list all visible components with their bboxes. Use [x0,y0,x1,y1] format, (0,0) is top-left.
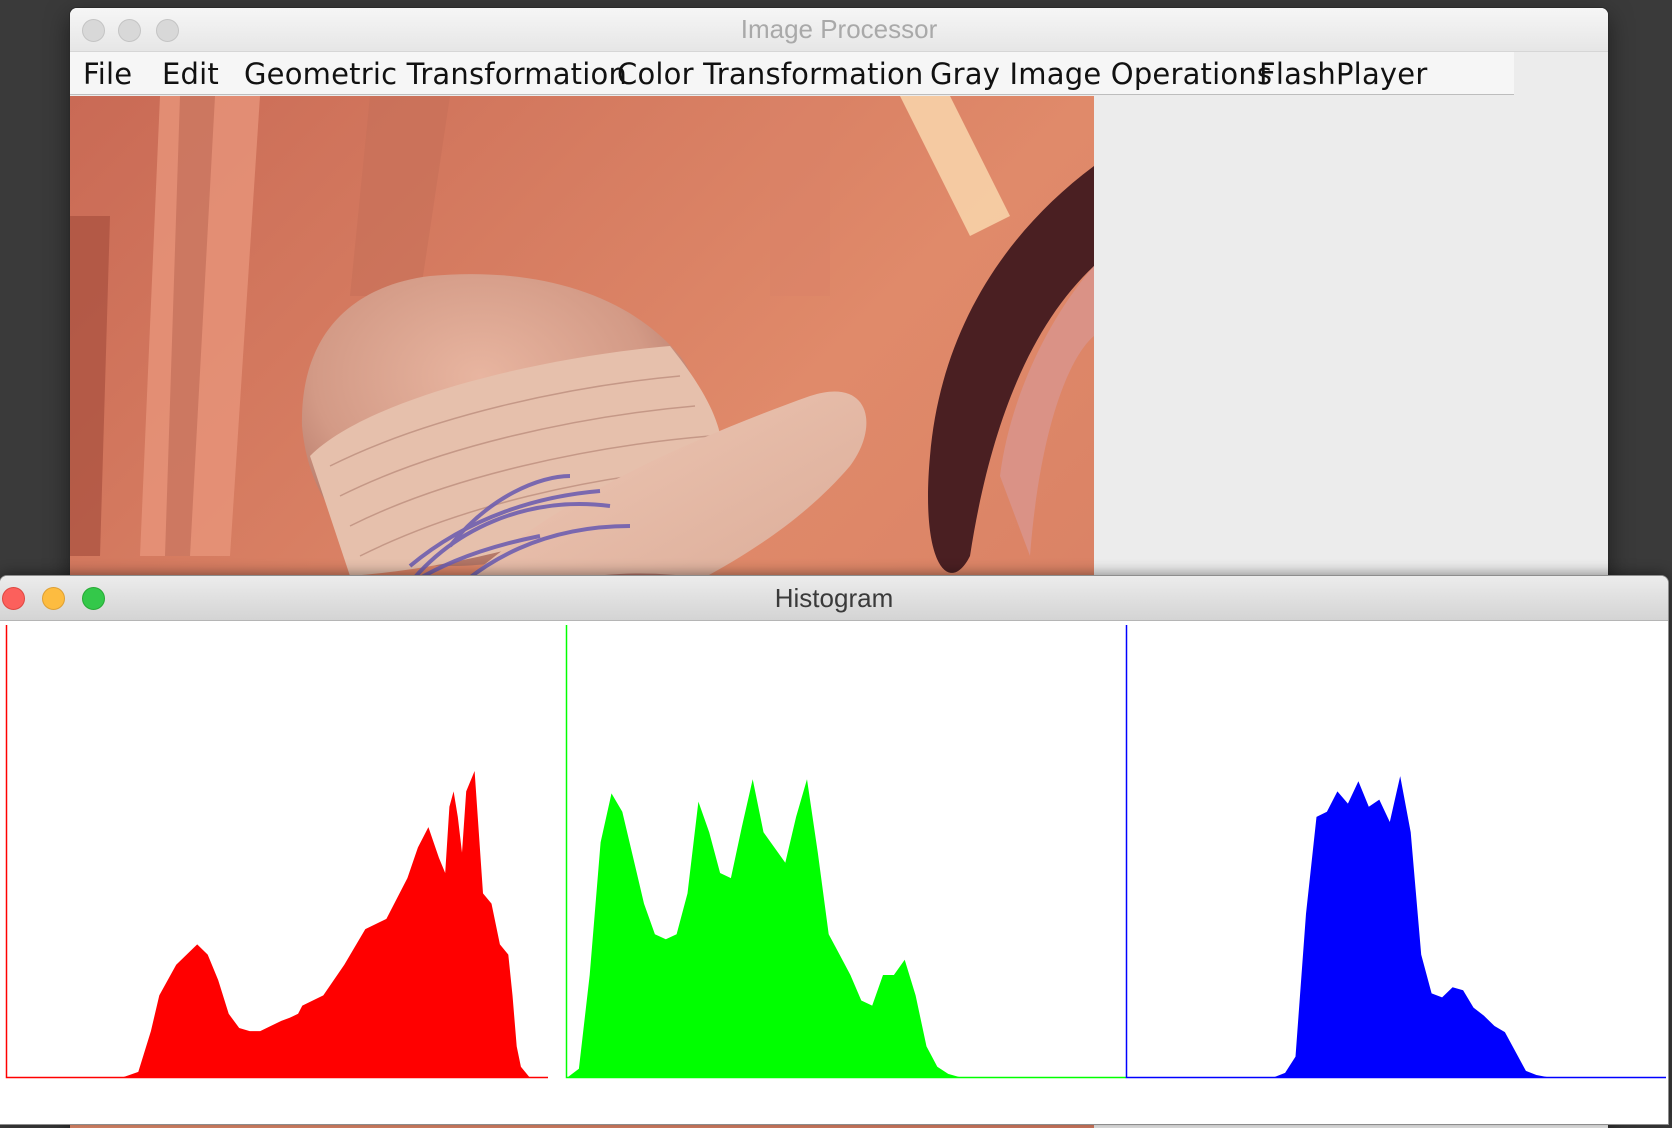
minimize-button[interactable] [118,19,141,42]
close-button[interactable] [82,19,105,42]
histogram-titlebar[interactable]: Histogram [0,576,1668,621]
histogram-title: Histogram [774,583,894,613]
histogram-window: Histogram [0,576,1668,1124]
main-titlebar[interactable]: Image Processor [70,8,1608,52]
menu-flashplayer[interactable]: FlashPlayer [1259,52,1427,96]
close-button[interactable] [2,587,25,610]
green-channel-histogram [568,779,1122,1077]
menu-geometric-transformation[interactable]: Geometric Transformation [244,52,627,96]
menu-edit[interactable]: Edit [162,52,219,96]
menu-bar: File Edit Geometric Transformation Color… [70,52,1514,95]
minimize-button[interactable] [42,587,65,610]
zoom-button[interactable] [156,19,179,42]
blue-channel-histogram [1128,776,1662,1077]
histogram-chart [5,625,1666,1079]
menu-file[interactable]: File [83,52,132,96]
red-channel-histogram [8,771,544,1077]
zoom-button[interactable] [82,587,105,610]
menu-color-transformation[interactable]: Color Transformation [617,52,924,96]
window-title: Image Processor [740,14,938,44]
menu-gray-image-operations[interactable]: Gray Image Operations [930,52,1272,96]
